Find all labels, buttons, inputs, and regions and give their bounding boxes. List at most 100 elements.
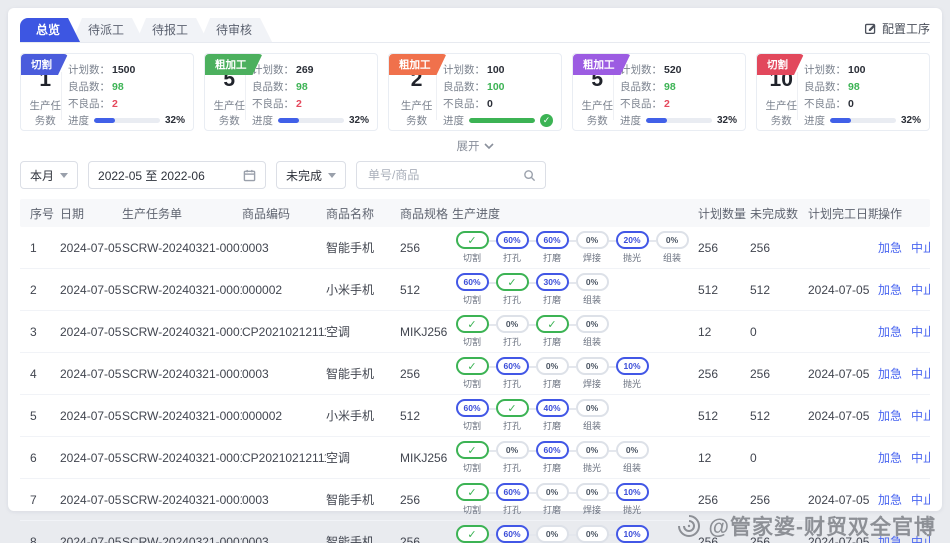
table-row: 12024-07-05SCRW-20240321-0001急0003智能手机25… bbox=[20, 227, 930, 269]
step-pill: 0% bbox=[576, 273, 609, 291]
process-step: 0%打磨 bbox=[532, 525, 572, 543]
step-label: 抛光 bbox=[583, 461, 601, 474]
step-label: 打磨 bbox=[543, 293, 561, 306]
step-pill: 40% bbox=[536, 399, 569, 417]
expedite-link[interactable]: 加急 bbox=[878, 449, 902, 466]
row-plan-qty: 256 bbox=[698, 493, 750, 507]
row-finish-date: 2024-07-05 bbox=[808, 367, 878, 381]
expedite-link[interactable]: 加急 bbox=[878, 491, 902, 508]
row-actions: 加急中止 bbox=[878, 449, 930, 466]
tab-总览[interactable]: 总览 bbox=[20, 18, 80, 42]
progress-bar bbox=[94, 118, 160, 123]
abort-link[interactable]: 中止 bbox=[911, 323, 930, 340]
progress-label: 进度 bbox=[68, 113, 89, 128]
bad-count: 不良品：0 bbox=[443, 96, 553, 111]
process-badge: 粗加工 bbox=[389, 54, 447, 75]
tab-待派工[interactable]: 待派工 bbox=[72, 18, 144, 42]
step-pill: ✓ bbox=[456, 357, 489, 375]
row-date: 2024-07-05 bbox=[60, 325, 122, 339]
column-header-商品编码: 商品编码 bbox=[242, 205, 326, 222]
process-step: 40% 打磨 bbox=[532, 399, 572, 432]
process-step: 60%切割 bbox=[452, 399, 492, 432]
summary-card: 粗加工5生产任务数计划数：520良品数：98不良品：2进度32% bbox=[572, 53, 746, 131]
bad-count-value: 0 bbox=[848, 98, 854, 110]
table-row: 32024-07-05SCRW-20240321-0001急CP20210212… bbox=[20, 311, 930, 353]
row-product-code: CP202102121111 bbox=[242, 451, 326, 465]
table-body: 12024-07-05SCRW-20240321-0001急0003智能手机25… bbox=[20, 227, 930, 543]
table-row: 52024-07-05SCRW-20240321-0001000002小米手机5… bbox=[20, 395, 930, 437]
expedite-link[interactable]: 加急 bbox=[878, 407, 902, 424]
process-step: 0%打磨 bbox=[532, 357, 572, 390]
row-finish-date: 2024-07-05 bbox=[808, 283, 878, 297]
step-pill: 0% bbox=[576, 525, 609, 543]
table-row: 42024-07-05SCRW-20240321-00010003智能手机256… bbox=[20, 353, 930, 395]
step-pill: ✓ bbox=[456, 441, 489, 459]
row-remaining-qty: 256 bbox=[750, 367, 808, 381]
progress-bar bbox=[278, 118, 344, 123]
row-remaining-qty: 512 bbox=[750, 409, 808, 423]
card-metrics: 计划数：100良品数：98不良品：0进度32% bbox=[804, 60, 921, 130]
abort-link[interactable]: 中止 bbox=[911, 281, 930, 298]
expand-toggle[interactable]: 展开 bbox=[20, 138, 930, 154]
step-label: 组装 bbox=[583, 335, 601, 348]
abort-link[interactable]: 中止 bbox=[911, 407, 930, 424]
row-actions: 加急中止 bbox=[878, 281, 930, 298]
status-select[interactable]: 未完成 bbox=[276, 161, 346, 189]
search-input[interactable] bbox=[366, 167, 510, 183]
date-range-picker[interactable]: 2022-05 至 2022-06 bbox=[88, 161, 266, 189]
filter-bar: 本月 2022-05 至 2022-06 未完成 bbox=[20, 161, 930, 189]
step-label: 打磨 bbox=[543, 419, 561, 432]
task-count-label: 生产任务数 bbox=[397, 98, 436, 128]
watermark-logo-icon bbox=[676, 513, 702, 539]
process-step: 0%组装 bbox=[572, 399, 612, 432]
expedite-link[interactable]: 加急 bbox=[878, 239, 902, 256]
good-count: 良品数：98 bbox=[68, 79, 185, 94]
plan-count: 计划数：100 bbox=[804, 62, 921, 77]
row-date: 2024-07-05 bbox=[60, 535, 122, 543]
row-plan-qty: 512 bbox=[698, 409, 750, 423]
good-count: 良品数：100 bbox=[443, 79, 553, 94]
abort-link[interactable]: 中止 bbox=[911, 365, 930, 382]
bad-count-label: 不良品： bbox=[620, 96, 662, 111]
summary-card: 粗加工5生产任务数计划数：269良品数：98不良品：2进度32% bbox=[204, 53, 378, 131]
process-step: 0%打磨 bbox=[532, 483, 572, 516]
process-step: 0%组装 bbox=[612, 441, 652, 474]
process-step: 0%焊接 bbox=[572, 525, 612, 543]
row-order: SCRW-20240321-0001 bbox=[122, 409, 242, 423]
expedite-link[interactable]: 加急 bbox=[878, 365, 902, 382]
row-index: 1 bbox=[20, 241, 60, 255]
step-label: 组装 bbox=[663, 251, 681, 264]
period-select[interactable]: 本月 bbox=[20, 161, 78, 189]
row-product-spec: 256 bbox=[400, 241, 452, 255]
step-pill: 0% bbox=[576, 441, 609, 459]
search-box bbox=[356, 161, 546, 189]
summary-card: 切割10生产任务数计划数：100良品数：98不良品：0进度32% bbox=[756, 53, 930, 131]
tab-待审核[interactable]: 待审核 bbox=[200, 18, 272, 42]
step-label: 组装 bbox=[623, 461, 641, 474]
step-label: 打磨 bbox=[543, 377, 561, 390]
row-product-name: 空调 bbox=[326, 323, 400, 340]
expedite-link[interactable]: 加急 bbox=[878, 323, 902, 340]
tab-bar: 总览待派工待报工待审核 bbox=[20, 18, 864, 42]
table-header-row: 序号日期生产任务单商品编码商品名称商品规格生产进度计划数量未完成数计划完工日期操… bbox=[20, 199, 930, 227]
process-step: 60%打孔 bbox=[492, 357, 532, 390]
expedite-link[interactable]: 加急 bbox=[878, 281, 902, 298]
progress-percent: 32% bbox=[717, 115, 737, 126]
process-step: 60%打磨 bbox=[532, 441, 572, 474]
card-divider bbox=[61, 72, 62, 120]
row-product-name: 智能手机 bbox=[326, 533, 400, 543]
bad-count: 不良品：2 bbox=[252, 96, 369, 111]
abort-link[interactable]: 中止 bbox=[911, 491, 930, 508]
configure-process-button[interactable]: 配置工序 bbox=[864, 20, 930, 41]
abort-link[interactable]: 中止 bbox=[911, 449, 930, 466]
abort-link[interactable]: 中止 bbox=[911, 239, 930, 256]
step-pill: ✓ bbox=[456, 483, 489, 501]
tab-待报工[interactable]: 待报工 bbox=[136, 18, 208, 42]
row-product-spec: 256 bbox=[400, 535, 452, 543]
search-icon[interactable] bbox=[523, 169, 536, 182]
step-label: 焊接 bbox=[583, 251, 601, 264]
step-pill: 0% bbox=[656, 231, 689, 249]
plan-count: 计划数：100 bbox=[443, 62, 553, 77]
card-metrics: 计划数：269良品数：98不良品：2进度32% bbox=[252, 60, 369, 130]
process-step: ✓切割 bbox=[452, 315, 492, 348]
